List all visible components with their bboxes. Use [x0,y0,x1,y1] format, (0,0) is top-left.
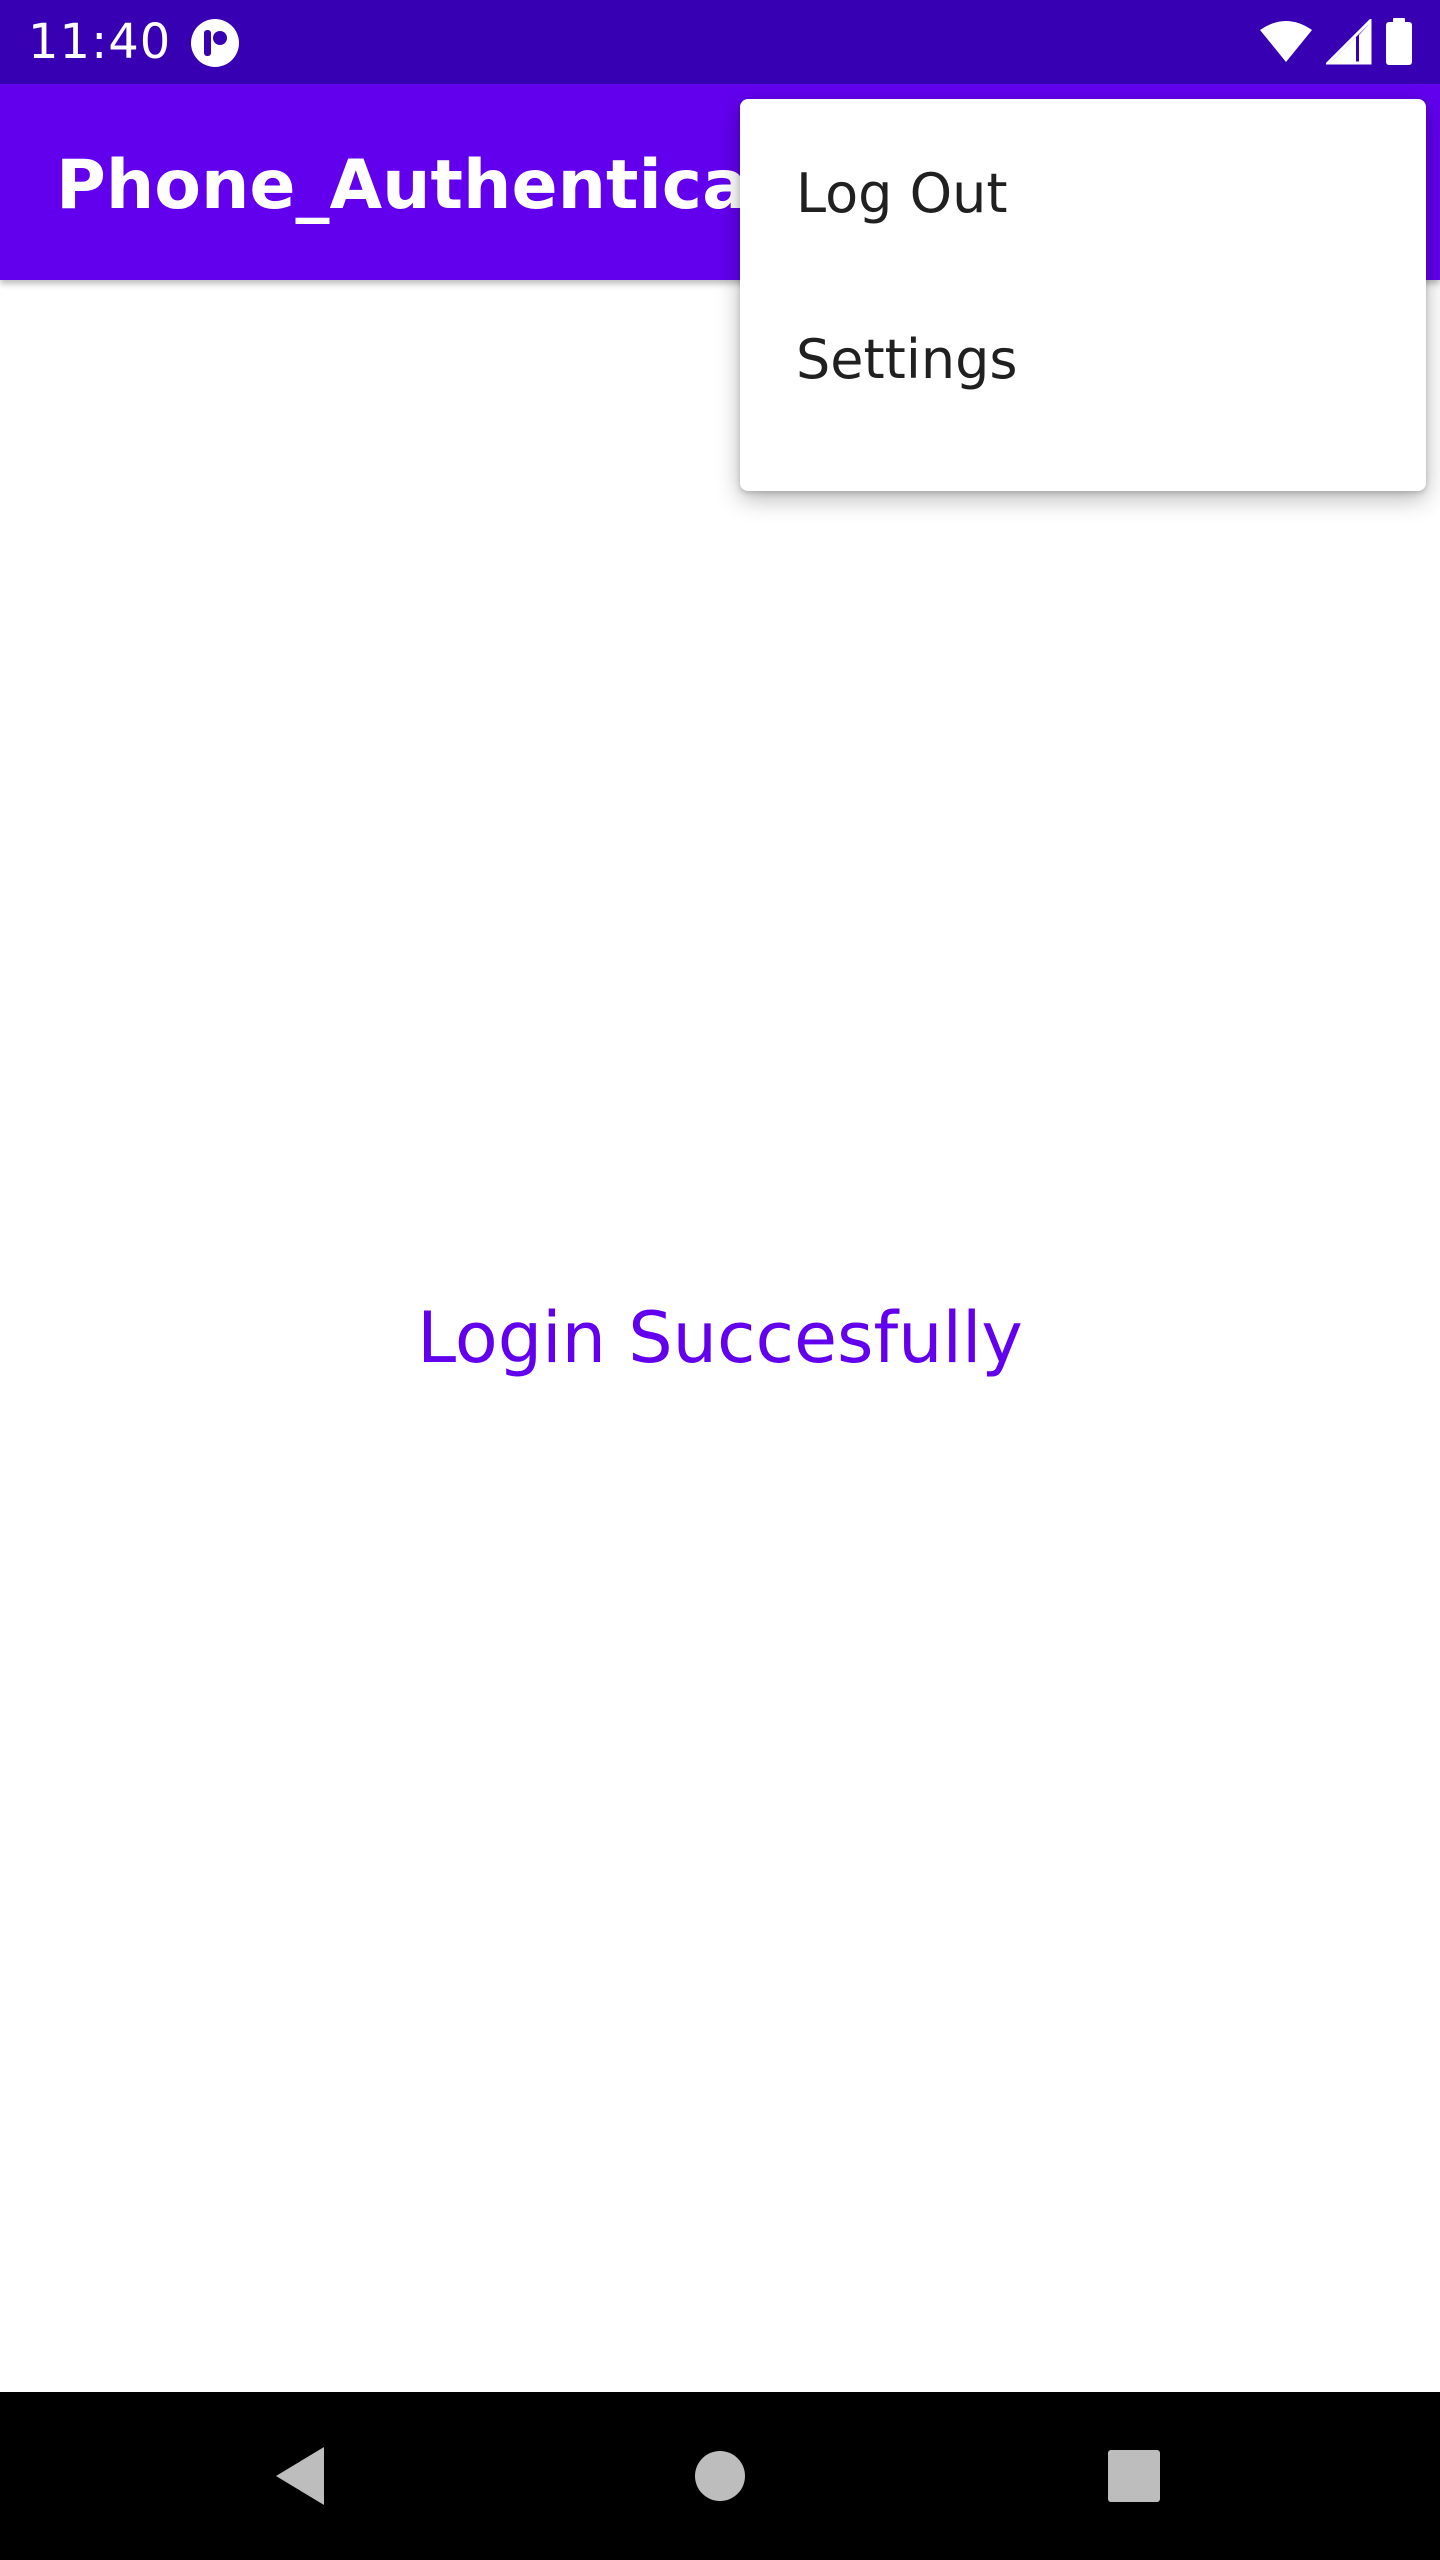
status-icons [1258,16,1414,68]
recents-button[interactable] [1054,2392,1214,2560]
signal-icon [1326,19,1372,65]
menu-item-settings[interactable]: Settings [740,275,1426,443]
app-notification-icon [191,19,239,67]
wifi-icon [1260,21,1312,62]
back-button[interactable] [220,2392,380,2560]
status-time: 11:40 [28,14,172,70]
home-button[interactable] [640,2392,800,2560]
overflow-menu: Log Out Settings [740,99,1426,491]
navigation-bar [0,2392,1440,2560]
recents-icon [1108,2450,1160,2502]
login-success-message: Login Succesfully [417,1297,1023,1379]
status-bar: 11:40 [0,0,1440,84]
battery-icon [1386,18,1412,65]
back-icon [276,2447,324,2505]
home-icon [695,2451,745,2501]
menu-item-log-out[interactable]: Log Out [740,111,1426,275]
